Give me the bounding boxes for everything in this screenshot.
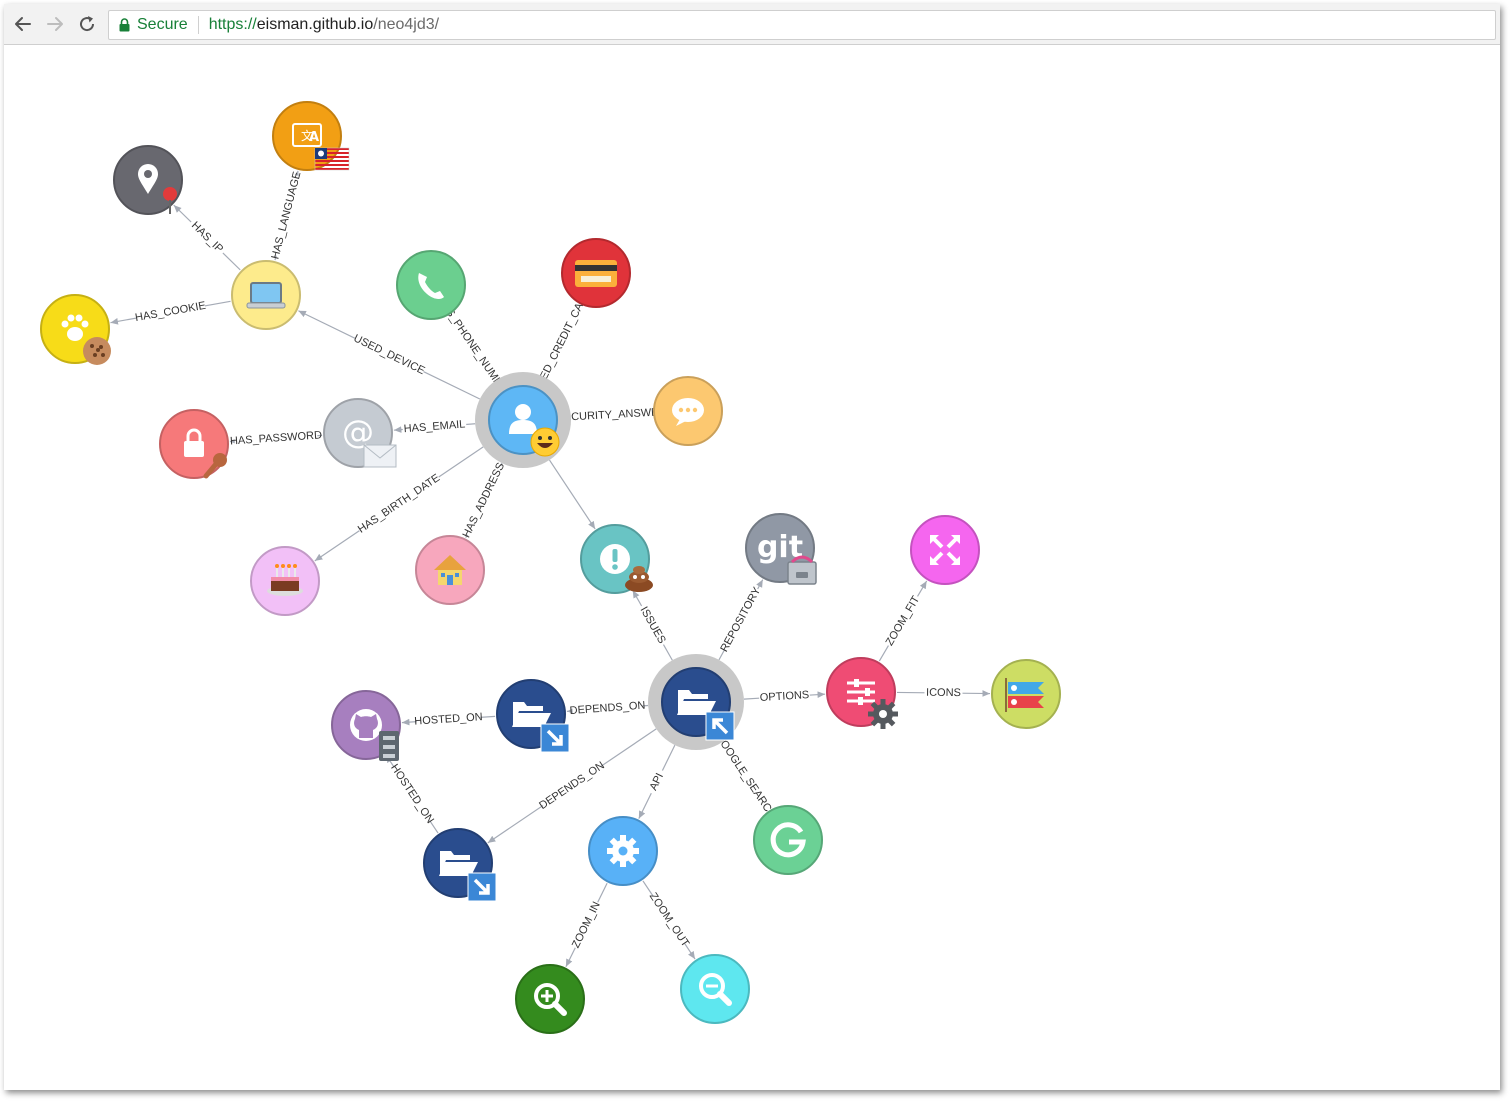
svg-text:A: A [309,130,319,145]
node-device[interactable] [231,260,301,330]
node-dependency-2[interactable] [423,828,497,902]
node-password[interactable] [159,409,229,479]
arrow-left-icon [15,17,31,31]
nodes-layer: 文A @ git [40,101,1061,1034]
relationship-label: HAS_EMAIL [403,418,466,435]
relationship-label: ZOOM_OUT [647,891,692,950]
node-api[interactable] [588,816,658,886]
node-circle [910,515,980,585]
node-location[interactable] [113,145,183,215]
reload-icon [80,16,95,32]
node-google[interactable] [753,805,823,875]
browser-toolbar: Secure https://eisman.github.io/neo4jd3/ [4,4,1500,45]
node-circle [396,250,466,320]
node-circle [680,954,750,1024]
node-phone[interactable] [396,250,466,320]
node-fullscreen[interactable] [910,515,980,585]
credit-card-icon [575,260,617,287]
relationship-label: HAS_IP [189,219,225,255]
relationship-label: USED_DEVICE [352,332,427,377]
relationship-project-dependency-1[interactable]: DEPENDS_ON [566,698,649,718]
node-zoom-in[interactable] [515,964,585,1034]
node-circle [515,964,585,1034]
relationship-dependency-1-github[interactable]: HOSTED_ON [401,710,496,729]
relationship-user-issues[interactable] [548,459,596,530]
relationship-device-location[interactable]: HAS_IP [173,204,241,271]
relationship-project-google[interactable]: GOOGLE_SEARCH [713,731,778,821]
relationship-email-password[interactable]: HAS_PASSWORD [230,428,323,449]
relationship-label: HOSTED_ON [388,762,436,826]
reload-button[interactable] [74,11,100,37]
node-github[interactable] [331,690,401,761]
node-credit-card[interactable] [561,238,631,308]
secure-label: Secure [137,16,188,33]
url-path: /neo4jd3/ [373,16,440,33]
relationship-api-zoom-in[interactable]: ZOOM_IN [565,883,608,967]
node-zoom-out[interactable] [680,954,750,1024]
back-button[interactable] [10,11,36,37]
gear-icon [607,835,639,867]
node-icons[interactable] [991,659,1061,729]
url-scheme: https:// [208,16,257,33]
node-dependency-1[interactable] [496,679,570,753]
node-cookie[interactable] [40,294,111,365]
relationship-label: HAS_BIRTH_DATE [356,472,442,536]
node-options[interactable] [826,657,898,729]
laptop-icon [246,282,286,309]
secure-indicator[interactable]: Secure [109,16,199,34]
url-host: eisman.github.io [256,16,374,33]
relationship-label: HAS_ADDRESS [460,461,507,540]
relationship-label: ICONS [926,687,961,699]
relationship-user-email[interactable]: HAS_EMAIL [393,417,476,437]
relationship-label: ZOOM_FIT [884,594,923,648]
node-security-answer[interactable] [653,376,723,446]
node-git[interactable]: git [745,513,817,585]
node-birthday[interactable] [250,546,320,616]
node-project[interactable] [648,654,744,750]
relationship-api-zoom-out[interactable]: ZOOM_OUT [642,880,696,960]
relationship-options-icons[interactable]: ICONS [896,685,991,701]
node-language[interactable]: 文A [272,101,350,171]
relationship-user-security-answer[interactable]: SECURITY_ANSWER [556,405,667,425]
node-circle [753,805,823,875]
relationship-user-address[interactable]: HAS_ADDRESS [460,461,507,540]
relationship-device-cookie[interactable]: HAS_COOKIE [110,298,231,326]
relationship-dependency-2-github[interactable]: HOSTED_ON [385,754,439,834]
relationship-label: DEPENDS_ON [537,760,607,812]
relationship-options-fullscreen[interactable]: ZOOM_FIT [878,580,928,662]
relationship-project-options[interactable]: OPTIONS [743,688,826,706]
arrow-right-icon [47,17,63,31]
lock-icon [119,18,130,32]
relationship-label: HAS_COOKIE [134,300,207,324]
browser-window: Secure https://eisman.github.io/neo4jd3/… [4,4,1500,1090]
node-issues[interactable] [580,524,653,594]
relationship-project-api[interactable]: API [638,744,676,819]
relationship-label: ZOOM_IN [570,900,603,950]
graph-canvas[interactable]: HAS_IP HAS_LANGUAGE HAS_COOKIE USED_DEVICE H… [4,45,1500,1090]
relationship-project-issues[interactable]: ISSUES [632,590,673,661]
relationship-label: GOOGLE_SEARCH [713,731,778,821]
relationship-label: REPOSITORY [718,585,763,654]
node-user[interactable] [475,372,571,468]
node-address[interactable] [415,535,485,605]
relationship-project-git[interactable]: REPOSITORY [717,579,764,661]
relationship-line [548,459,596,530]
relationship-label: HOSTED_ON [414,711,483,728]
relationship-label: HAS_LANGUAGE [269,170,303,260]
forward-button[interactable] [42,11,68,37]
address-bar[interactable]: Secure https://eisman.github.io/neo4jd3/ [108,10,1496,40]
url-text[interactable]: https://eisman.github.io/neo4jd3/ [199,16,439,34]
relationship-device-language[interactable]: HAS_LANGUAGE [269,170,304,260]
graph-svg[interactable]: HAS_IP HAS_LANGUAGE HAS_COOKIE USED_DEVICE H… [4,45,1500,1090]
node-email[interactable]: @ [323,398,397,468]
